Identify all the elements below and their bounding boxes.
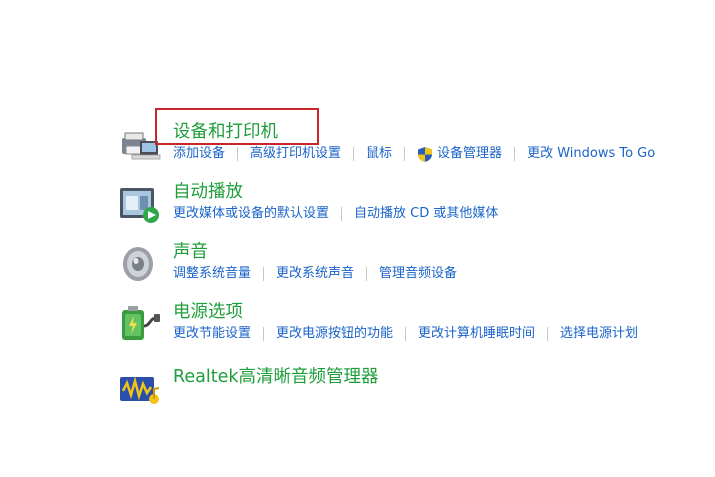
battery-icon[interactable] — [118, 304, 162, 344]
link-advanced-printer-setup[interactable]: 高级打印机设置 — [250, 145, 341, 163]
link-adjust-volume[interactable]: 调整系统音量 — [173, 265, 251, 283]
link-manage-audio-devices[interactable]: 管理音频设备 — [379, 265, 457, 283]
link-separator — [404, 147, 406, 161]
link-change-default-media-settings[interactable]: 更改媒体或设备的默认设置 — [173, 205, 329, 223]
category-sound: 声音 调整系统音量 更改系统声音 管理音频设备 — [118, 240, 715, 290]
link-change-sleep-time[interactable]: 更改计算机睡眠时间 — [418, 325, 535, 343]
link-device-manager-label: 设备管理器 — [437, 146, 503, 161]
link-change-power-saving[interactable]: 更改节能设置 — [173, 325, 251, 343]
category-links-devices-printers: 添加设备 高级打印机设置 鼠标 设备管理器 更改 Windows To Go — [173, 145, 655, 163]
category-links-autoplay: 更改媒体或设备的默认设置 自动播放 CD 或其他媒体 — [173, 205, 498, 223]
speaker-icon[interactable] — [118, 244, 162, 284]
autoplay-icon[interactable] — [118, 184, 162, 224]
category-links-power-options: 更改节能设置 更改电源按钮的功能 更改计算机睡眠时间 选择电源计划 — [173, 325, 638, 343]
category-title-power-options[interactable]: 电源选项 — [173, 300, 243, 324]
link-separator — [514, 147, 516, 161]
category-title-autoplay[interactable]: 自动播放 — [173, 180, 243, 204]
link-separator — [353, 147, 355, 161]
link-separator — [263, 327, 265, 341]
category-links-sound: 调整系统音量 更改系统声音 管理音频设备 — [173, 265, 457, 283]
link-separator — [366, 267, 368, 281]
link-change-system-sounds[interactable]: 更改系统声音 — [276, 265, 354, 283]
link-choose-power-plan[interactable]: 选择电源计划 — [560, 325, 638, 343]
category-power-options: 电源选项 更改节能设置 更改电源按钮的功能 更改计算机睡眠时间 选择电源计划 — [118, 300, 715, 350]
link-autoplay-cd[interactable]: 自动播放 CD 或其他媒体 — [354, 205, 498, 223]
category-realtek-audio: Realtek高清晰音频管理器 — [118, 365, 715, 415]
link-separator — [341, 207, 343, 221]
highlight-box — [155, 108, 319, 145]
link-separator — [547, 327, 549, 341]
link-device-manager[interactable]: 设备管理器 — [417, 145, 502, 163]
uac-shield-icon — [418, 146, 433, 162]
link-change-windows-to-go[interactable]: 更改 Windows To Go — [527, 145, 655, 163]
link-separator — [263, 267, 265, 281]
category-title-sound[interactable]: 声音 — [173, 240, 208, 264]
category-autoplay: 自动播放 更改媒体或设备的默认设置 自动播放 CD 或其他媒体 — [118, 180, 715, 230]
link-mouse[interactable]: 鼠标 — [366, 145, 392, 163]
link-change-power-buttons[interactable]: 更改电源按钮的功能 — [276, 325, 393, 343]
link-add-device[interactable]: 添加设备 — [173, 145, 225, 163]
category-title-realtek-audio[interactable]: Realtek高清晰音频管理器 — [173, 365, 379, 389]
realtek-audio-icon[interactable] — [118, 369, 162, 409]
link-separator — [405, 327, 407, 341]
link-separator — [237, 147, 239, 161]
